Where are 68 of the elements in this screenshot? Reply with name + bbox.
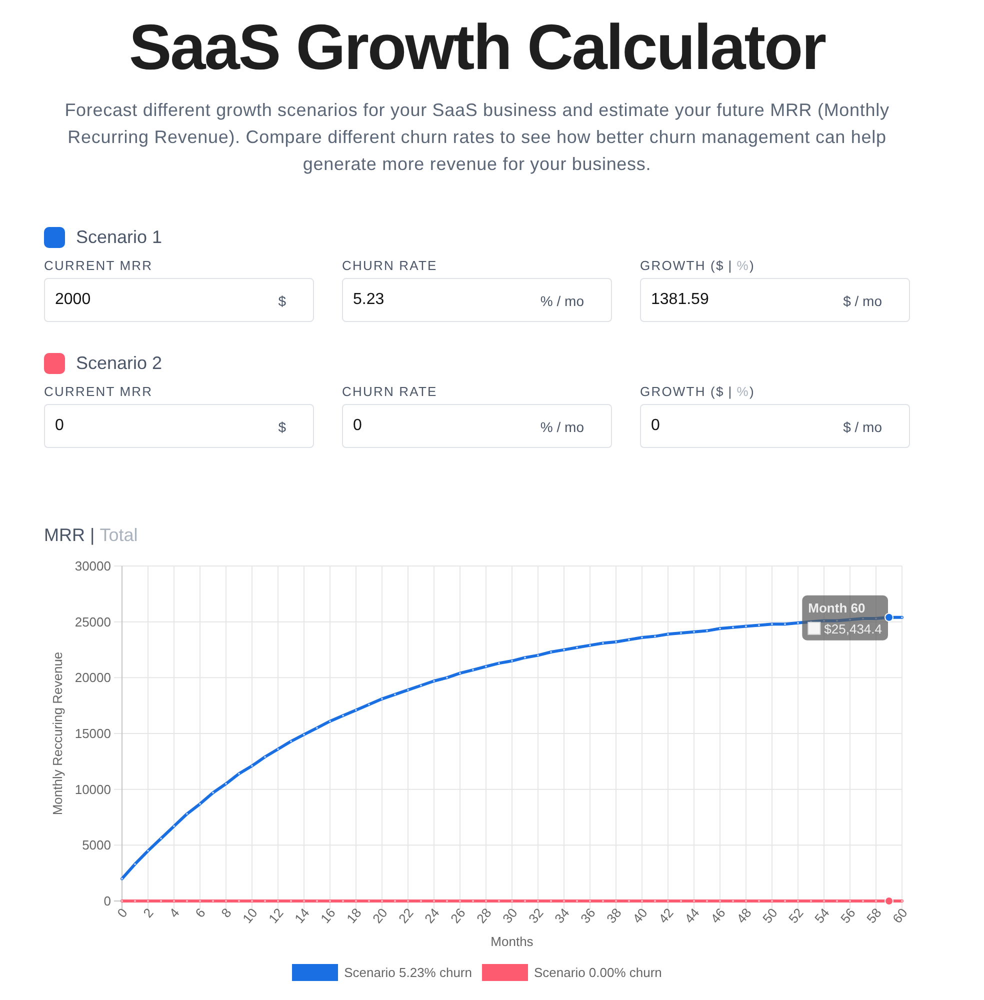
- x-tick-label: 46: [708, 905, 728, 926]
- x-tick-label: 48: [734, 905, 754, 926]
- x-tick-label: 26: [448, 905, 468, 926]
- page-title: SaaS Growth Calculator: [128, 12, 826, 82]
- x-tick-label: 32: [526, 905, 546, 926]
- unit-label: $ / mo: [843, 292, 882, 310]
- x-tick-label: 30: [500, 905, 520, 926]
- unit-label: % / mo: [540, 292, 584, 310]
- scenario-title: Scenario 1: [76, 226, 162, 249]
- tooltip-title: Month 60: [808, 600, 866, 616]
- x-tick-label: 60: [890, 905, 910, 926]
- x-tick-label: 12: [266, 905, 286, 926]
- field-label: CURRENT MRR: [44, 383, 154, 401]
- x-tick-label: 58: [864, 905, 884, 926]
- unit-label: % / mo: [540, 418, 584, 436]
- unit-toggle-option[interactable]: $: [716, 257, 724, 275]
- field-label: CURRENT MRR: [44, 257, 154, 275]
- field-label: GROWTH (: [640, 257, 716, 275]
- field-label: GROWTH (: [640, 383, 716, 401]
- legend-label: Scenario 5.23% churn: [344, 964, 472, 981]
- y-tick-label: 5000: [82, 838, 111, 853]
- legend-label: Scenario 0.00% churn: [534, 964, 662, 981]
- x-tick-label: 56: [838, 905, 858, 926]
- x-tick-label: 22: [396, 905, 416, 926]
- x-tick-label: 38: [604, 905, 624, 926]
- x-tick-label: 28: [474, 905, 494, 926]
- scenario-title: Scenario 2: [76, 352, 162, 375]
- unit-label: $ / mo: [843, 418, 882, 436]
- x-tick-label: 6: [192, 905, 208, 920]
- x-tick-label: 16: [318, 905, 338, 926]
- x-tick-label: 8: [218, 905, 234, 920]
- intro-text: Forecast different growth scenarios for your SaaS business and estimate your future MRR (Monthly Recurring Revenue). Compare different churn rates to see how better churn management can help generate more revenue for your business.: [64, 99, 890, 176]
- y-tick-label: 10000: [74, 782, 111, 797]
- field-label: ): [749, 257, 755, 275]
- unit-toggle-option[interactable]: $: [716, 383, 724, 401]
- x-tick-label: 44: [682, 905, 702, 926]
- y-tick-label: 0: [104, 894, 111, 908]
- x-tick-label: 18: [344, 905, 364, 926]
- y-tick-label: 15000: [74, 726, 111, 741]
- y-axis-title: Monthly Reccuring Revenue: [50, 652, 65, 816]
- x-tick-label: 0: [114, 905, 130, 920]
- x-tick-label: 2: [140, 905, 156, 920]
- unit-label: $: [278, 292, 286, 310]
- x-tick-label: 54: [812, 905, 832, 926]
- separator-text: |: [728, 383, 733, 401]
- field-label: ): [749, 383, 755, 401]
- separator-text: |: [728, 257, 733, 275]
- y-tick-label: 25000: [74, 614, 111, 630]
- x-tick-label: 36: [578, 905, 598, 926]
- y-tick-label: 20000: [74, 670, 111, 686]
- x-tick-label: 4: [166, 905, 182, 920]
- separator-text: |: [90, 524, 95, 547]
- x-axis-title: Months: [490, 934, 534, 949]
- y-tick-label: 30000: [74, 558, 111, 574]
- hover-point-icon: [884, 896, 894, 906]
- x-tick-label: 24: [422, 905, 442, 926]
- chart-view-tab[interactable]: MRR: [44, 523, 85, 547]
- x-tick-label: 34: [552, 905, 572, 926]
- unit-label: $: [278, 418, 286, 436]
- x-tick-label: 50: [760, 905, 780, 926]
- x-tick-label: 42: [656, 905, 676, 926]
- x-tick-label: 10: [240, 905, 260, 926]
- x-tick-label: 52: [786, 905, 806, 926]
- field-label: CHURN RATE: [342, 257, 438, 275]
- x-tick-label: 20: [370, 905, 390, 926]
- x-tick-label: 40: [630, 905, 650, 926]
- x-tick-label: 14: [292, 905, 312, 926]
- field-label: CHURN RATE: [342, 383, 438, 401]
